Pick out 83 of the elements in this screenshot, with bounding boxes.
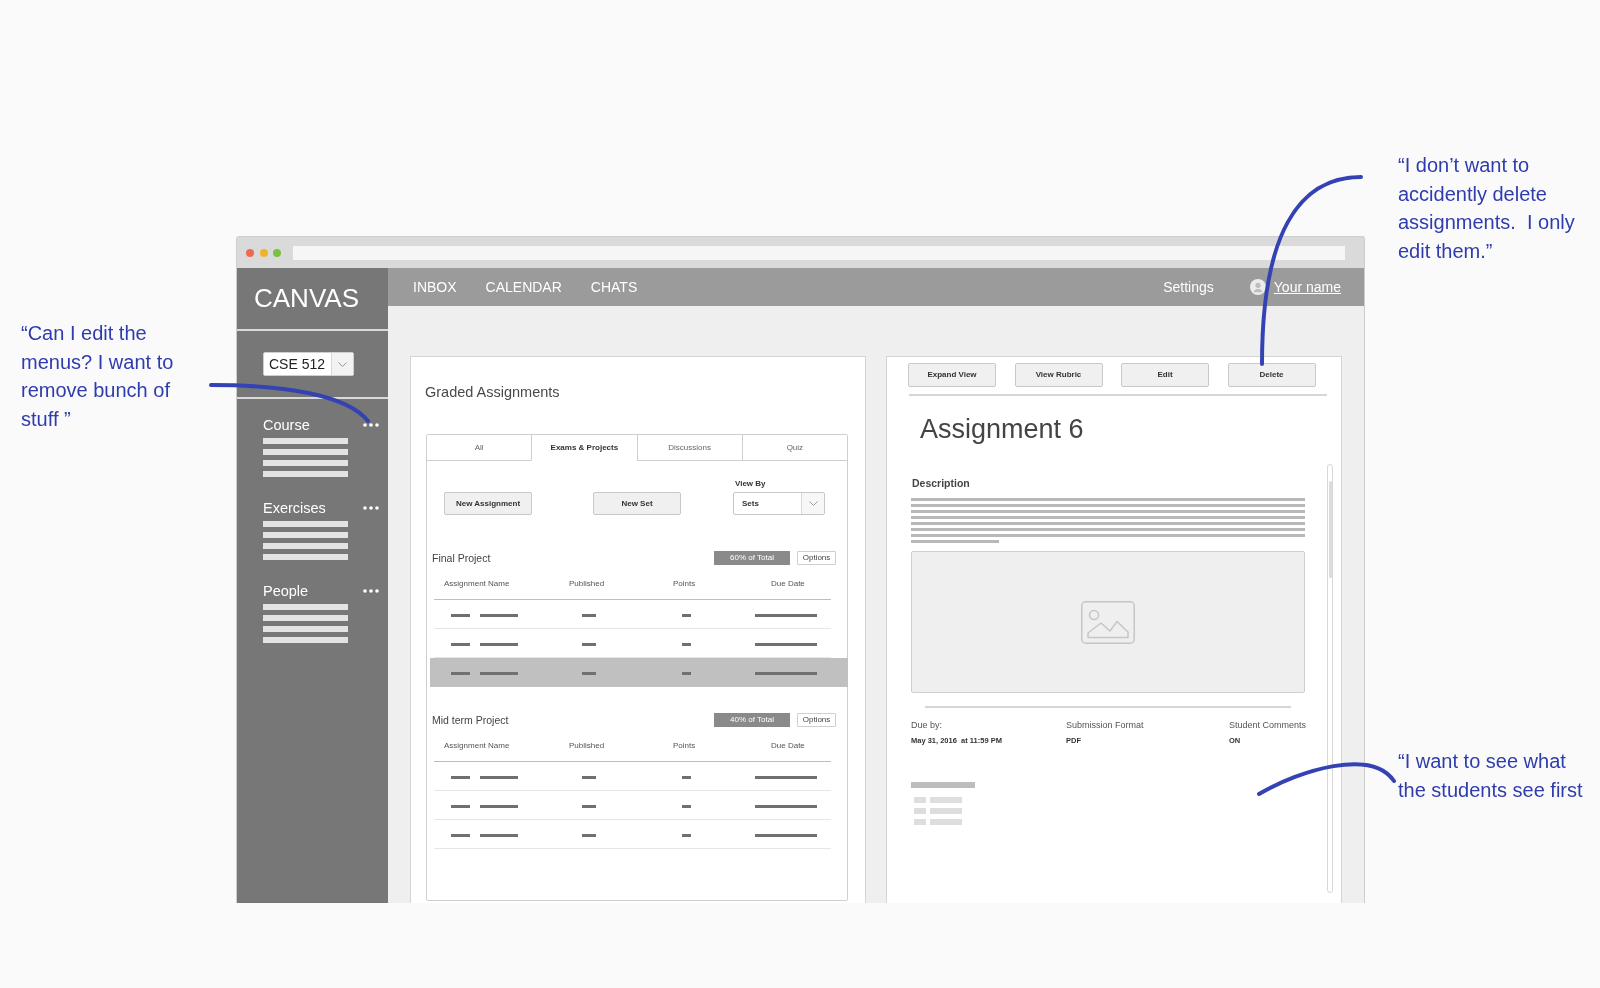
annotation-text: “I want to see what the students see first <box>1398 749 1584 803</box>
field-label: View By <box>735 479 766 489</box>
options-button[interactable]: Options <box>797 713 836 727</box>
placeholder-block <box>914 797 926 803</box>
logo: CANVAS <box>254 285 359 311</box>
column-header: Due Date <box>771 740 805 752</box>
placeholder-block <box>914 808 926 814</box>
column-header: Assignment Name <box>444 578 510 590</box>
placeholder-dash <box>479 804 518 808</box>
chevron-down-icon <box>808 501 818 506</box>
placeholder-dash <box>755 642 817 646</box>
placeholder-dash <box>479 833 518 837</box>
detail-label: Student Comments <box>1229 720 1307 731</box>
menu-heading: Exercises <box>263 499 326 517</box>
column-header: Published <box>569 740 605 752</box>
placeholder-dash <box>451 804 470 808</box>
placeholder-dash <box>682 613 691 617</box>
chevron-down-icon <box>338 361 347 367</box>
more-icon[interactable] <box>363 589 379 593</box>
detail-label: Due by: <box>911 720 943 731</box>
scrollbar[interactable] <box>1327 464 1333 893</box>
placeholder-dash <box>682 671 691 675</box>
annotation-text: “Can I edit the menus? I want to remove bunch of stuff ” <box>21 321 175 432</box>
toolbar-button[interactable]: Expand View <box>908 363 996 387</box>
placeholder-dash <box>582 613 596 617</box>
weight-badge: 40% of Total <box>714 713 790 727</box>
menu-heading: Course <box>263 416 310 434</box>
annotation-text: “I don’t want to accidently delete assignments. I only edit them.” <box>1398 153 1576 264</box>
placeholder-dash <box>582 671 596 675</box>
placeholder-dash <box>582 642 596 646</box>
assignment-title: Assignment 6 <box>920 414 1084 445</box>
menu-heading: People <box>263 582 309 600</box>
detail-label: Submission Format <box>1066 720 1144 731</box>
placeholder-dash <box>451 671 470 675</box>
placeholder-dash <box>682 642 691 646</box>
options-button[interactable]: Options <box>797 551 836 565</box>
column-header: Published <box>569 578 605 590</box>
column-header: Assignment Name <box>444 740 510 752</box>
toolbar-button[interactable]: Edit <box>1121 363 1209 387</box>
placeholder-dash <box>582 775 596 779</box>
placeholder-dash <box>682 775 691 779</box>
group-title: Final Project <box>432 551 491 565</box>
group-title: Mid term Project <box>432 713 509 727</box>
placeholder-dash <box>582 833 596 837</box>
placeholder-dash <box>479 775 518 779</box>
avatar-icon[interactable] <box>1249 279 1266 295</box>
placeholder-dash <box>451 833 470 837</box>
placeholder-dash <box>479 671 518 675</box>
placeholder-dash <box>755 775 817 779</box>
placeholder-dash <box>479 613 518 617</box>
placeholder-dash <box>755 804 817 808</box>
placeholder-dash <box>682 833 691 837</box>
table-row[interactable] <box>430 658 848 687</box>
column-header: Due Date <box>771 578 805 590</box>
toolbar-button[interactable]: View Rubric <box>1014 363 1103 387</box>
weight-badge: 60% of Total <box>714 551 790 565</box>
toolbar-button[interactable]: Delete <box>1227 363 1316 387</box>
placeholder-dash <box>755 833 817 837</box>
placeholder-dash <box>755 671 817 675</box>
more-icon[interactable] <box>363 506 379 510</box>
tab[interactable]: Quiz <box>741 435 847 461</box>
tab[interactable]: All <box>427 435 532 461</box>
placeholder-block <box>914 819 926 825</box>
scrollbar-thumb[interactable] <box>1328 481 1332 578</box>
placeholder-dash <box>451 642 470 646</box>
placeholder-dash <box>755 613 817 617</box>
action-button[interactable]: New Assignment <box>444 492 532 515</box>
panel-title: Graded Assignments <box>425 384 560 401</box>
more-icon[interactable] <box>363 423 379 427</box>
placeholder-dash <box>479 642 518 646</box>
column-header: Points <box>673 578 696 590</box>
course-select[interactable]: CSE 512 <box>263 352 354 376</box>
placeholder-dash <box>451 613 470 617</box>
placeholder-dash <box>582 804 596 808</box>
placeholder-dash <box>451 775 470 779</box>
tab[interactable]: Discussions <box>636 435 742 461</box>
address-field[interactable] <box>293 245 1345 260</box>
view-by-select[interactable]: Sets <box>733 492 825 515</box>
section-label: Description <box>912 477 970 490</box>
column-header: Points <box>673 740 696 752</box>
placeholder-dash <box>682 804 691 808</box>
image-icon <box>1081 600 1135 644</box>
action-button[interactable]: New Set <box>593 492 681 515</box>
